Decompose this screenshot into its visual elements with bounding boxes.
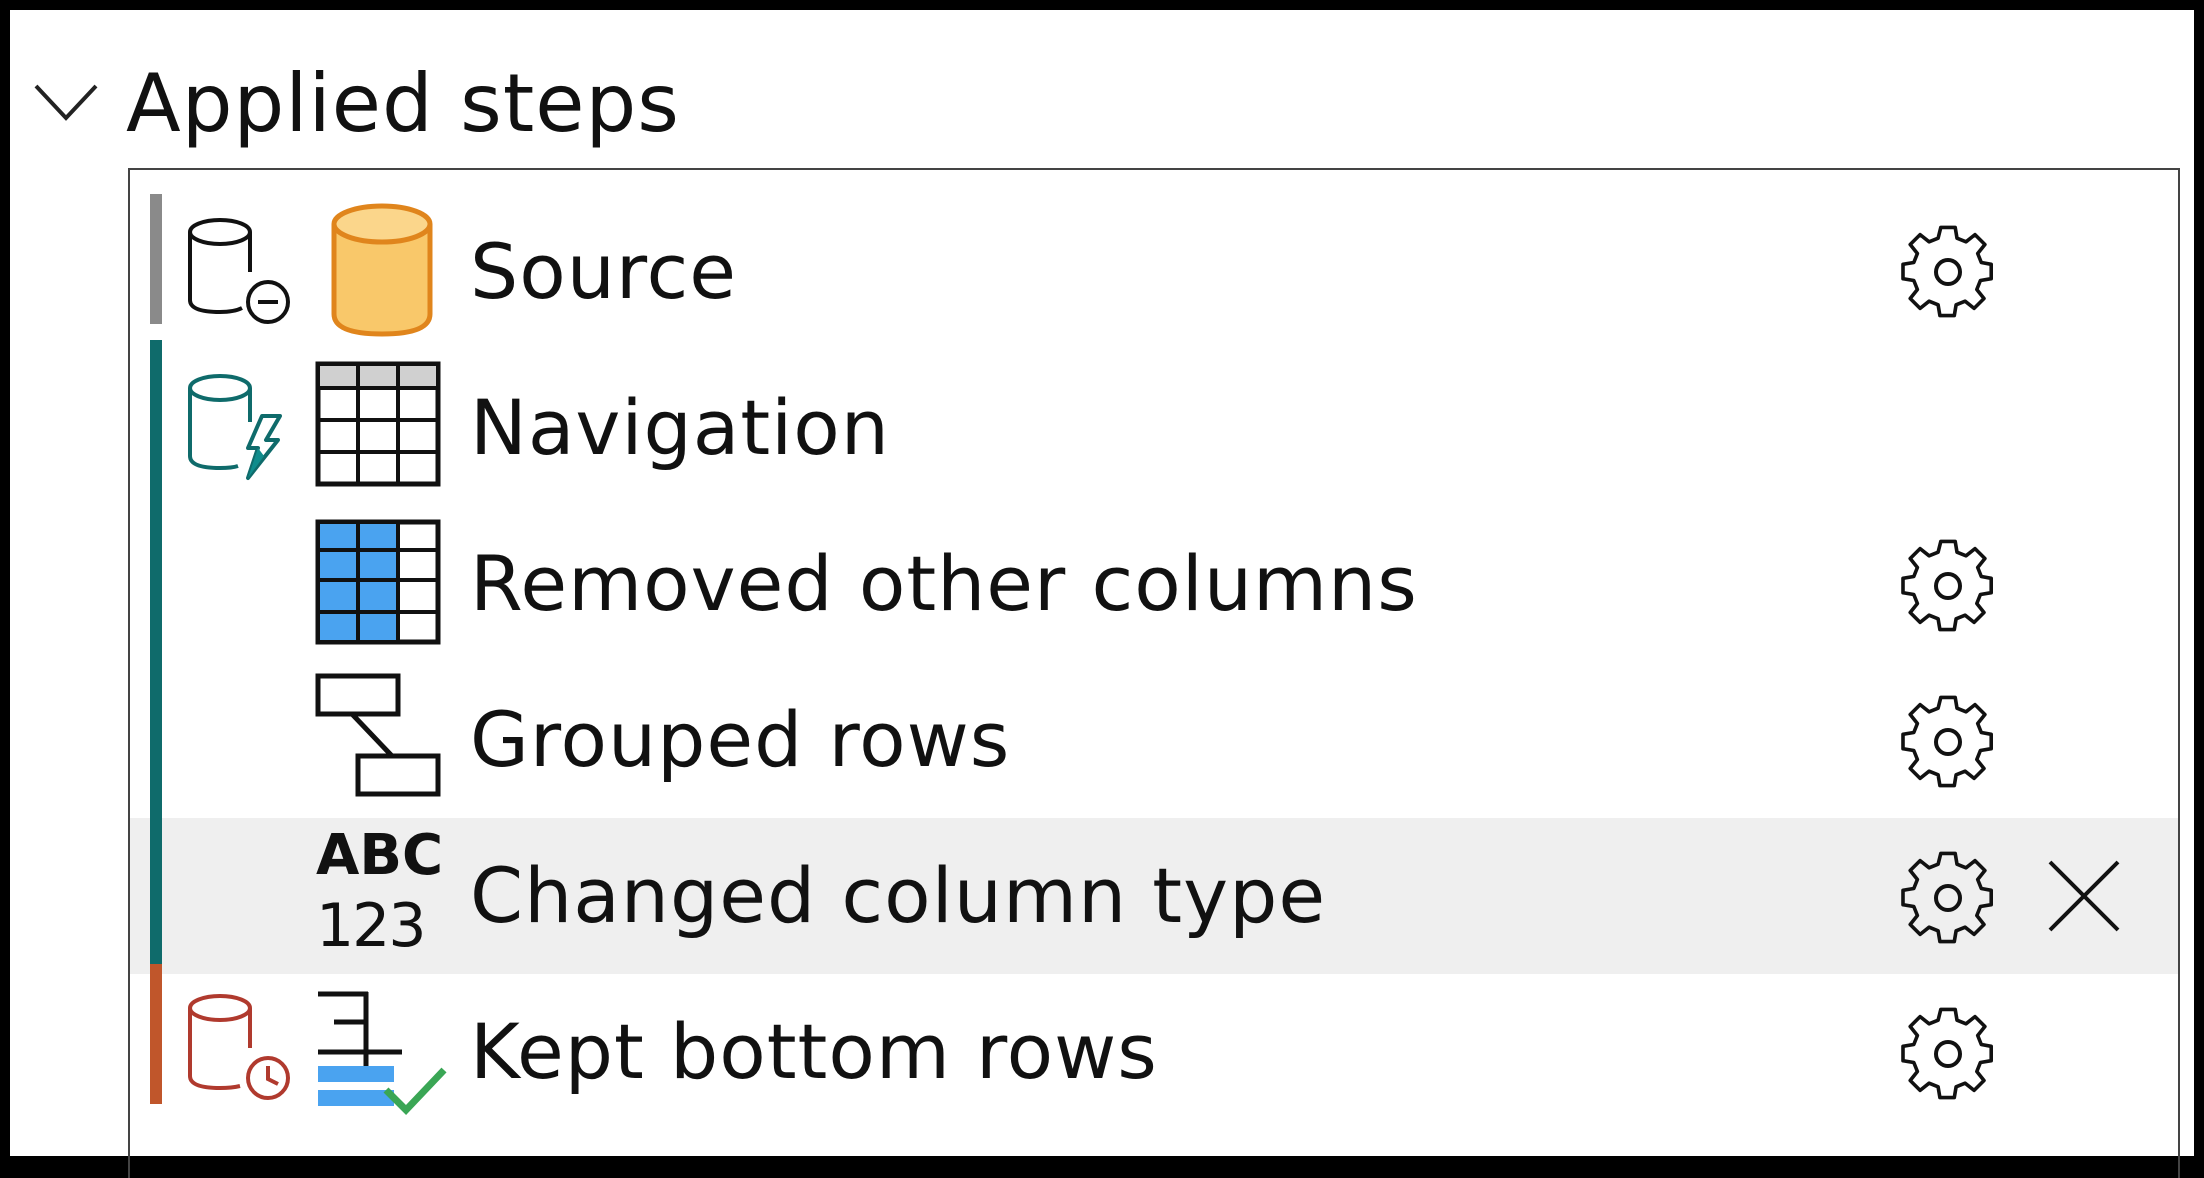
step-row-grouped-rows[interactable]: Grouped rows <box>130 662 2178 818</box>
datasource-not-folded-icon <box>188 218 290 324</box>
gear-icon[interactable] <box>1898 692 1998 792</box>
applied-steps-title: Applied steps <box>126 57 680 150</box>
applied-steps-header[interactable]: Applied steps <box>10 10 2194 170</box>
group-rows-icon <box>315 673 441 797</box>
step-label: Source <box>470 227 738 316</box>
applied-steps-list: Source Navigation Removed other columns … <box>128 168 2180 1178</box>
gear-icon[interactable] <box>1898 536 1998 636</box>
step-label: Grouped rows <box>470 695 1011 784</box>
abc-text: ABC <box>316 823 444 888</box>
table-icon <box>315 361 441 487</box>
step-label: Kept bottom rows <box>470 1007 1158 1096</box>
123-text: 123 <box>316 891 427 961</box>
step-indicator-folded <box>150 506 162 662</box>
step-label: Removed other columns <box>470 539 1418 628</box>
applied-steps-pane: Applied steps Source Navigation Removed … <box>10 10 2194 1178</box>
gear-icon[interactable] <box>1898 848 1998 948</box>
step-indicator-folded <box>150 340 162 510</box>
step-label: Changed column type <box>470 851 1327 940</box>
step-indicator-folded <box>150 662 162 818</box>
gear-icon[interactable] <box>1898 1004 1998 1104</box>
keep-rows-icon <box>318 991 447 1116</box>
step-indicator-unknown <box>150 964 162 1104</box>
step-row-navigation[interactable]: Navigation <box>130 340 2178 510</box>
chevron-down-icon[interactable] <box>30 76 102 136</box>
step-indicator-folded <box>150 818 162 966</box>
step-indicator-not-folded <box>150 194 162 324</box>
table-columns-icon <box>315 519 441 645</box>
step-row-source[interactable]: Source <box>130 194 2178 350</box>
gear-icon[interactable] <box>1898 222 1998 322</box>
step-row-removed-other-columns[interactable]: Removed other columns <box>130 506 2178 662</box>
close-icon[interactable] <box>2042 854 2126 938</box>
step-row-kept-bottom-rows[interactable]: Kept bottom rows <box>130 964 2178 1130</box>
step-label: Navigation <box>470 383 890 472</box>
database-cylinder-icon <box>331 203 433 337</box>
datasource-clock-icon <box>188 994 290 1100</box>
datasource-folded-icon <box>188 374 282 480</box>
step-row-changed-column-type[interactable]: ABC 123 Changed column type <box>130 818 2178 974</box>
